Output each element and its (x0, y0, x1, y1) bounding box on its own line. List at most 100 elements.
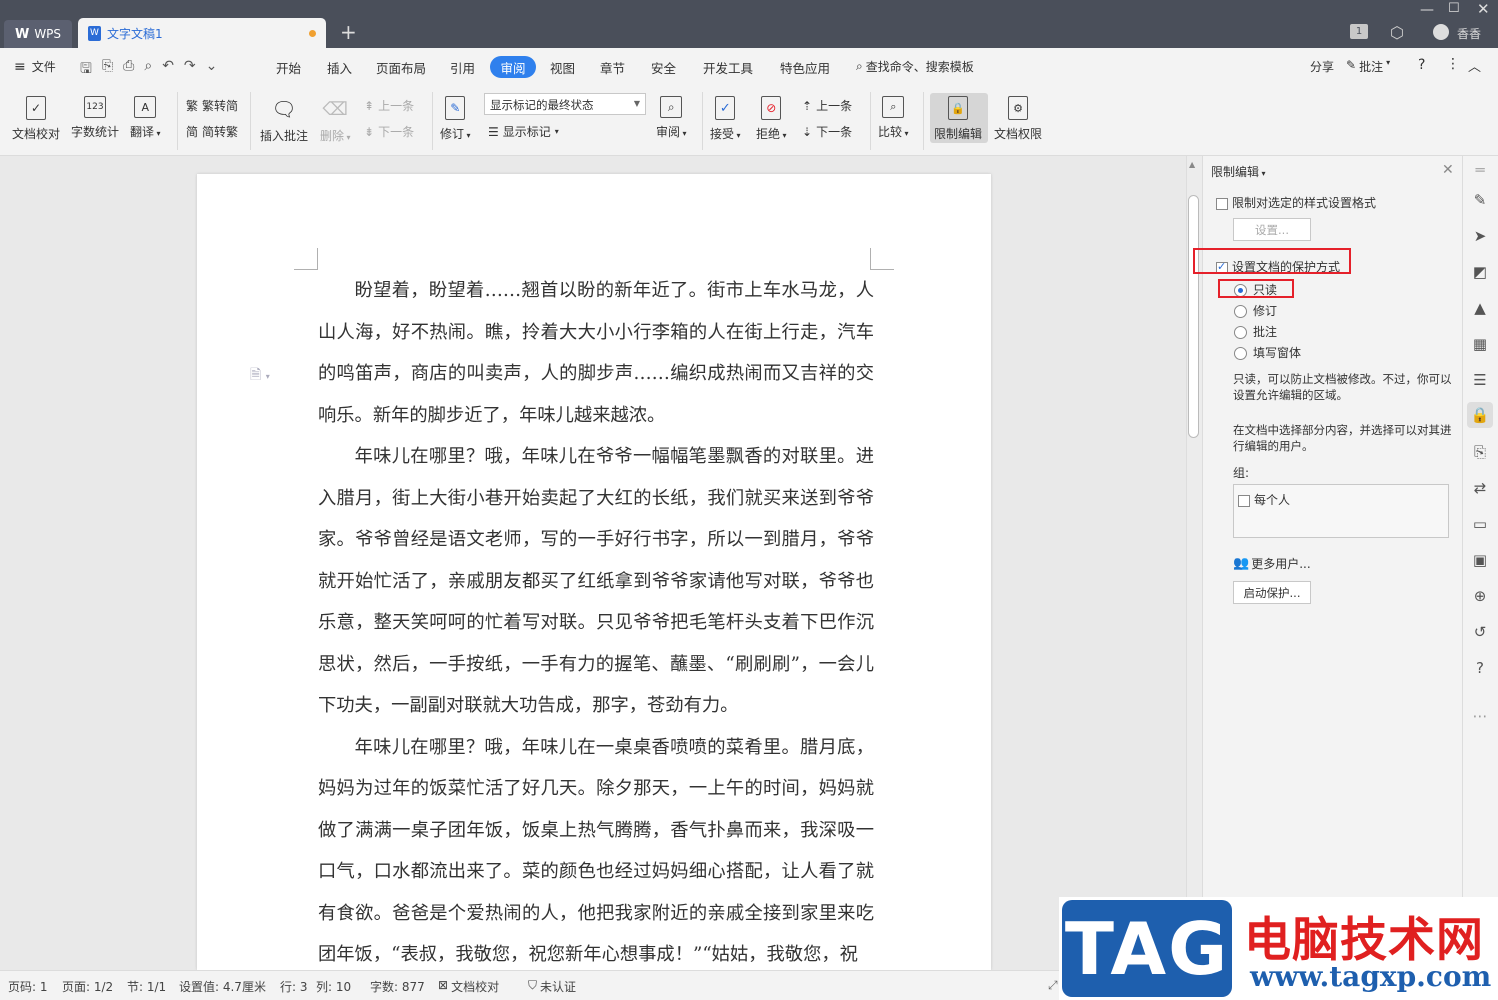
document-tab[interactable]: W 文字文稿1 (78, 18, 326, 48)
option-revise-radio[interactable]: 修订 (1234, 302, 1277, 319)
more-icon[interactable]: ⋯ (1470, 706, 1490, 726)
tab-security[interactable]: 安全 (651, 58, 676, 77)
user-name[interactable]: 香香 (1457, 25, 1481, 42)
status-proofread[interactable]: ⊠ 文档校对 (438, 978, 499, 995)
tab-view[interactable]: 视图 (550, 58, 575, 77)
tab-references[interactable]: 引用 (450, 58, 475, 77)
tab-special-apps[interactable]: 特色应用 (780, 58, 830, 77)
document-search-icon[interactable]: ⎘ (1470, 442, 1490, 462)
backup-icon[interactable]: ⊕ (1470, 586, 1490, 606)
image-icon[interactable]: ▣ (1470, 550, 1490, 570)
print-icon[interactable]: ⎙ (123, 58, 134, 82)
revise-button[interactable]: ✎ 修订 ▾ (440, 96, 471, 142)
lock-icon[interactable]: 🔒 (1467, 402, 1493, 428)
trad-to-simp-button[interactable]: 繁繁转简 (186, 97, 238, 114)
insert-comment-button[interactable]: 🗨 插入批注 (260, 96, 308, 144)
next-change-button[interactable]: ⇣ 下一条 (802, 123, 852, 140)
reject-label: 拒绝 ▾ (756, 127, 787, 141)
close-icon[interactable]: ✕ (1477, 0, 1490, 18)
tab-insert[interactable]: 插入 (327, 58, 352, 77)
add-tab-button[interactable]: + (340, 20, 357, 44)
more-users-link[interactable]: 👥 更多用户... (1233, 555, 1311, 572)
tab-page-layout[interactable]: 页面布局 (376, 58, 426, 77)
status-page-number[interactable]: 页码: 1 (8, 978, 48, 995)
maximize-icon[interactable]: ☐ (1448, 1, 1460, 16)
window-count-badge[interactable]: 1 (1350, 24, 1368, 39)
status-setting[interactable]: 设置值: 4.7厘米 (179, 978, 266, 995)
word-count-button[interactable]: 123 字数统计 (71, 96, 119, 140)
pen-icon[interactable]: ✎ (1470, 190, 1490, 210)
more-options-icon[interactable]: ⋮ (1446, 56, 1460, 72)
compare-button[interactable]: ⌕ 比较 ▾ (878, 96, 909, 140)
tab-developer[interactable]: 开发工具 (703, 58, 753, 77)
status-section[interactable]: 节: 1/1 (127, 978, 166, 995)
table-icon[interactable]: ▦ (1470, 334, 1490, 354)
unsaved-dot-icon (309, 30, 316, 37)
paragraph-comment-icon[interactable]: 🗎 ▾ (250, 364, 270, 388)
command-search[interactable]: ⌕ 查找命令、搜索模板 (856, 58, 974, 75)
show-markup-button[interactable]: ☰ 显示标记 ▾ (488, 123, 559, 140)
style-icon[interactable]: ▲ (1470, 298, 1490, 318)
status-auth[interactable]: ⛉ 未认证 (528, 978, 576, 995)
redo-icon[interactable]: ↷ (184, 58, 196, 82)
status-word-count[interactable]: 字数: 877 (370, 978, 425, 995)
pane-title[interactable]: 限制编辑 ▾ (1211, 163, 1266, 180)
accept-icon: ✓ (715, 96, 736, 120)
undo-icon[interactable]: ↶ (162, 58, 174, 82)
cursor-icon[interactable]: ➤ (1470, 226, 1490, 246)
prev-comment-button[interactable]: ⇞ 上一条 (364, 97, 414, 114)
tab-review[interactable]: 审阅 (490, 56, 536, 78)
adjust-icon[interactable]: ☰ (1470, 370, 1490, 390)
translate-button[interactable]: A 翻译 ▾ (130, 96, 161, 140)
customize-icon[interactable]: ⌄ (206, 58, 218, 82)
share-button[interactable]: 分享 (1310, 58, 1334, 75)
prev-change-button[interactable]: ⇡ 上一条 (802, 97, 852, 114)
help-button[interactable]: ? (1418, 57, 1425, 73)
style-restrict-checkbox[interactable]: 限制对选定的样式设置格式 (1216, 194, 1376, 211)
comment-menu-button[interactable]: ✎ 批注 ▾ (1346, 58, 1390, 75)
shapes-icon[interactable]: ◩ (1470, 262, 1490, 282)
delete-comment-button[interactable]: ⌫ 删除 ▾ (320, 96, 351, 144)
markup-state-select[interactable]: 显示标记的最终状态 ▼ (484, 93, 646, 115)
wps-home-tab[interactable]: W WPS (4, 20, 72, 48)
option-comment-radio[interactable]: 批注 (1234, 323, 1277, 340)
simp-to-trad-label: 简转繁 (202, 125, 239, 139)
next-comment-button[interactable]: ⇟ 下一条 (364, 123, 414, 140)
file-menu[interactable]: ≡ 文件 (14, 58, 56, 75)
proofread-button[interactable]: ✓ 文档校对 (12, 96, 60, 142)
watermark-url: www.tagxp.com (1250, 960, 1492, 993)
start-protection-button[interactable]: 启动保护... (1233, 581, 1311, 604)
sidebar-handle-icon[interactable]: ═ (1470, 160, 1490, 180)
doc-permission-button[interactable]: ⚙ 文档权限 (994, 96, 1042, 142)
everyone-checkbox[interactable]: 每个人 (1238, 491, 1290, 508)
status-pages[interactable]: 页面: 1/2 (62, 978, 113, 995)
option-form-radio[interactable]: 填写窗体 (1234, 344, 1301, 361)
minimize-icon[interactable]: — (1420, 2, 1434, 18)
skin-icon[interactable]: ⬡ (1390, 23, 1404, 42)
settings-button[interactable]: 设置... (1233, 218, 1311, 241)
reject-button[interactable]: ⊘ 拒绝 ▾ (756, 96, 787, 142)
pane-close-icon[interactable]: ✕ (1442, 162, 1454, 178)
status-row[interactable]: 行: 3 (280, 978, 308, 995)
simp-to-trad-button[interactable]: 简简转繁 (186, 123, 238, 140)
archive-icon[interactable]: ▭ (1470, 514, 1490, 534)
scroll-up-icon[interactable]: ▲ (1189, 160, 1195, 169)
translate-side-icon[interactable]: ⇄ (1470, 478, 1490, 498)
scrollbar-thumb[interactable] (1188, 195, 1199, 438)
print-preview-icon[interactable]: ⌕ (144, 58, 152, 82)
document-body[interactable]: 盼望着，盼望着……翘首以盼的新年近了。街市上车水马龙，人山人海，好不热闹。瞧，拎… (318, 270, 874, 976)
tab-chapter[interactable]: 章节 (600, 58, 625, 77)
save-icon[interactable]: 🖫 (80, 58, 92, 82)
output-icon[interactable]: ⎘ (102, 58, 113, 82)
status-column[interactable]: 列: 10 (316, 978, 351, 995)
review-pane-button[interactable]: ⌕ 审阅 ▾ (656, 96, 687, 140)
help-circle-icon[interactable]: ? (1470, 658, 1490, 678)
accept-button[interactable]: ✓ 接受 ▾ (710, 96, 741, 142)
proofread-icon: ✓ (26, 96, 46, 120)
collapse-ribbon-icon[interactable]: ︿ (1468, 56, 1481, 75)
translate-icon: A (134, 96, 157, 118)
history-icon[interactable]: ↺ (1470, 622, 1490, 642)
tab-start[interactable]: 开始 (276, 58, 301, 77)
avatar[interactable] (1433, 24, 1449, 40)
fullscreen-icon[interactable]: ⤢ (1048, 978, 1058, 993)
